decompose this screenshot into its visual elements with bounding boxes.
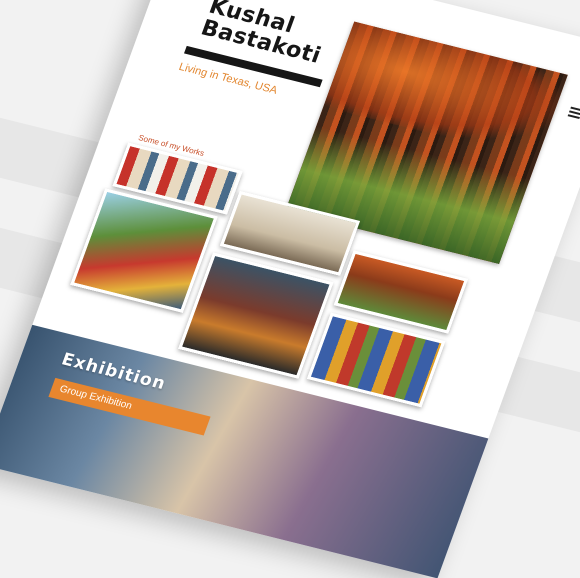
hamburger-menu-icon[interactable]: [567, 106, 580, 119]
artwork-thumbnail[interactable]: [178, 252, 334, 379]
website-page: Kushal Bastakoti Living in Texas, USA So…: [0, 0, 580, 578]
